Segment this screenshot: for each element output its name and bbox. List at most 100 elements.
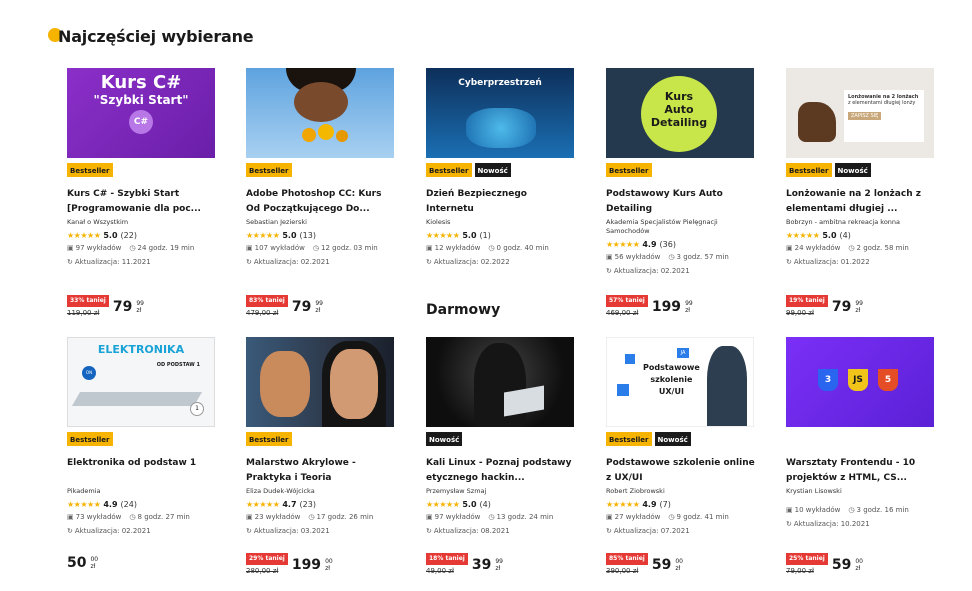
course-title[interactable]: Dzień Bezpiecznego Internetu <box>426 187 576 217</box>
rating-value: 5.0 <box>282 231 297 240</box>
old-price: 280,00 zł <box>246 567 279 575</box>
refresh-icon: ↻ <box>246 258 252 266</box>
course-title[interactable]: Kali Linux - Poznaj podstawy etycznego h… <box>426 456 576 486</box>
course-title[interactable]: Podstawowe szkolenie online z UX/UI <box>606 456 756 486</box>
rating-value: 4.9 <box>103 500 118 509</box>
star-rating-icon: ★★★★★ <box>426 500 460 509</box>
thumb-text: 1 <box>190 402 204 416</box>
sunflower-icon <box>318 124 334 140</box>
course-thumbnail[interactable] <box>246 337 394 427</box>
discount-badge: 19% taniej <box>786 295 828 307</box>
duration: 3 godz. 57 min <box>676 253 729 261</box>
clock-icon: ◷ <box>668 513 675 521</box>
course-author[interactable]: Sebastian Jezierski <box>246 218 396 227</box>
course-thumbnail[interactable] <box>246 68 394 158</box>
course-thumbnail[interactable]: Kurs C# "Szybki Start" C# <box>67 68 215 158</box>
star-rating-icon: ★★★★★ <box>67 500 101 509</box>
course-author[interactable]: Eliza Dudek-Wójcicka <box>246 487 396 496</box>
currency: zł <box>325 565 330 572</box>
refresh-icon: ↻ <box>426 258 432 266</box>
price-block: 33% taniej 119,00 zł 79 99 zł <box>67 295 144 317</box>
course-author[interactable]: Akademia Specjalistów Pielęgnacji Samoch… <box>606 218 756 236</box>
video-icon: ▣ <box>426 513 433 521</box>
course-title[interactable]: Podstawowy Kurs Auto Detailing <box>606 187 756 217</box>
thumb-text: szkolenie <box>650 375 693 384</box>
star-rating-icon: ★★★★★ <box>426 231 460 240</box>
clock-icon: ◷ <box>488 513 495 521</box>
bestseller-badge: Bestseller <box>606 432 652 446</box>
course-author[interactable]: Pikademia <box>67 487 217 496</box>
price-cents: 99 <box>495 558 503 565</box>
course-card-frontend[interactable]: 3 JS 5 - Warsztaty Frontendu - 10 projek… <box>786 337 936 528</box>
thumb-text: Podstawowe <box>643 363 700 372</box>
price-cents: 00 <box>90 556 99 563</box>
section-title: Najczęściej wybierane <box>50 27 254 46</box>
rating-value: 4.9 <box>642 500 657 509</box>
course-card-kali-linux[interactable]: Nowość Kali Linux - Poznaj podstawy etyc… <box>426 337 576 535</box>
lectures-count: 97 wykładów <box>434 513 481 521</box>
duration: 17 godz. 26 min <box>316 513 374 521</box>
free-section-title: Darmowy <box>426 302 501 318</box>
course-title[interactable]: Lonżowanie na 2 lonżach z elementami dłu… <box>786 187 936 217</box>
duration: 9 godz. 41 min <box>676 513 729 521</box>
price: 199 <box>651 299 682 315</box>
course-thumbnail[interactable]: 3 JS 5 <box>786 337 934 427</box>
course-card-elektronika[interactable]: ELEKTRONIKA OD PODSTAW 1 ON 1 Bestseller… <box>67 337 217 535</box>
price-block: 50 00 zł <box>67 555 98 571</box>
instructor-image <box>707 346 747 426</box>
rating-value: 5.0 <box>103 231 118 240</box>
thumb-cta: ZAPISZ SIĘ <box>848 112 882 120</box>
course-thumbnail[interactable] <box>426 337 574 427</box>
course-card-ux-ui[interactable]: JA Podstawowe szkolenie UX/UI Bestseller No… <box>606 337 756 535</box>
thumb-image <box>330 349 378 419</box>
clock-icon: ◷ <box>308 513 315 521</box>
course-title[interactable]: Adobe Photoshop CC: Kurs Od Początkujące… <box>246 187 396 217</box>
course-thumbnail[interactable]: Cyberprzestrzeń <box>426 68 574 158</box>
course-title[interactable]: Kurs C# - Szybki Start [Programowanie dl… <box>67 187 217 217</box>
bestseller-badge: Bestseller <box>67 432 113 446</box>
price: 199 <box>291 557 322 573</box>
video-icon: ▣ <box>426 244 433 252</box>
currency: zł <box>136 307 142 314</box>
course-card-internet[interactable]: Cyberprzestrzeń Bestseller Nowość Dzień B… <box>426 68 576 266</box>
course-thumbnail[interactable]: JA Podstawowe szkolenie UX/UI <box>606 337 754 427</box>
duration: 8 godz. 27 min <box>137 513 190 521</box>
updated-date: Aktualizacja: 08.2021 <box>433 527 510 535</box>
rating-count: (36) <box>659 240 676 249</box>
course-author[interactable]: Robert Ziobrowski <box>606 487 756 496</box>
course-title[interactable]: Elektronika od podstaw 1 <box>67 456 217 486</box>
duration: 2 godz. 58 min <box>856 244 909 252</box>
course-thumbnail[interactable]: Kurs Auto Detailing <box>606 68 754 158</box>
rating-count: (7) <box>659 500 671 509</box>
course-card-photoshop[interactable]: Bestseller Adobe Photoshop CC: Kurs Od P… <box>246 68 396 266</box>
clock-icon: ◷ <box>129 513 136 521</box>
video-icon: ▣ <box>786 244 793 252</box>
price-block: 57% taniej 469,00 zł 199 99 zł <box>606 295 693 317</box>
rating-count: (4) <box>479 500 491 509</box>
course-title[interactable]: Malarstwo Akrylowe - Praktyka i Teoria <box>246 456 396 486</box>
rating-count: (1) <box>479 231 491 240</box>
course-author[interactable]: Kanał o Wszystkim <box>67 218 217 227</box>
discount-badge: 18% taniej <box>426 553 468 565</box>
discount-badge: 83% taniej <box>246 295 288 307</box>
rating-count: (22) <box>120 231 137 240</box>
rating-count: (24) <box>120 500 137 509</box>
old-price: 49,00 zł <box>426 567 454 575</box>
breadboard-image <box>71 392 203 406</box>
course-card-lonzowanie[interactable]: Lonżowanie na 2 lonżach z elementami dług… <box>786 68 936 266</box>
price: 79 <box>112 299 133 315</box>
refresh-icon: ↻ <box>786 258 792 266</box>
course-card-auto-detailing[interactable]: Kurs Auto Detailing Bestseller Podstawowy … <box>606 68 756 275</box>
course-card-malarstwo[interactable]: Bestseller Malarstwo Akrylowe - Praktyka… <box>246 337 396 535</box>
course-author[interactable]: Krystian Lisowski <box>786 487 936 496</box>
course-card-csharp[interactable]: Kurs C# "Szybki Start" C# Bestseller Kur… <box>67 68 217 266</box>
course-title[interactable]: Warsztaty Frontendu - 10 projektów z HTM… <box>786 456 936 486</box>
course-author[interactable]: Kiolesis <box>426 218 576 227</box>
refresh-icon: ↻ <box>606 527 612 535</box>
course-author[interactable]: Przemysław Szmaj <box>426 487 576 496</box>
course-thumbnail[interactable]: Lonżowanie na 2 lonżach z elementami dług… <box>786 68 934 158</box>
video-icon: ▣ <box>67 513 74 521</box>
course-thumbnail[interactable]: ELEKTRONIKA OD PODSTAW 1 ON 1 <box>67 337 215 427</box>
course-author[interactable]: Bobrzyn - ambitna rekreacja konna <box>786 218 936 227</box>
price-cents: 99 <box>136 300 144 307</box>
